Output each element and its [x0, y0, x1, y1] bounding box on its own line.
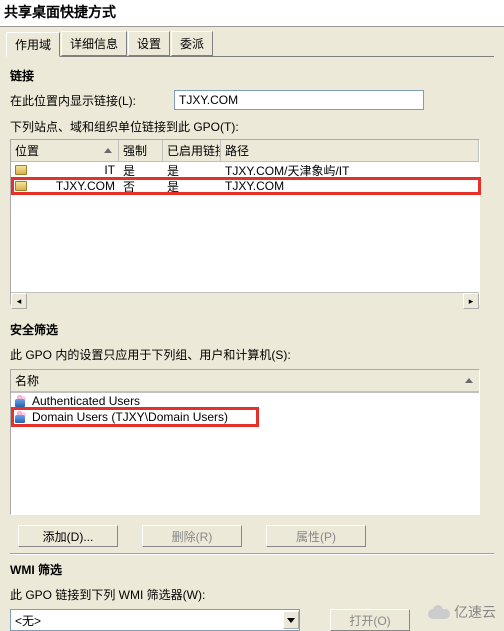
links-header: 位置 强制 已启用链接 路径 [11, 140, 479, 162]
scope-panel: 链接 在此位置内显示链接(L): 下列站点、域和组织单位链接到此 GPO(T):… [10, 56, 494, 631]
col-location[interactable]: 位置 [11, 140, 119, 161]
wmi-heading: WMI 筛选 [10, 561, 494, 578]
ou-icon [15, 165, 27, 175]
divider [10, 553, 494, 555]
window-body: 作用域 详细信息 设置 委派 链接 在此位置内显示链接(L): 下列站点、域和组… [0, 27, 504, 631]
security-list[interactable]: 名称 Authenticated Users Domain Users (TJX… [10, 369, 480, 515]
link-row[interactable]: TJXY.COM 否 是 TJXY.COM [11, 178, 479, 194]
link-row[interactable]: IT 是 是 TJXY.COM/天津象屿/IT [11, 162, 479, 178]
sort-asc-icon [104, 148, 112, 153]
links-list[interactable]: 位置 强制 已启用链接 路径 IT 是 是 TJXY.COM/天津象屿/IT T… [10, 139, 480, 305]
col-enforced[interactable]: 强制 [119, 140, 163, 161]
window-title: 共享桌面快捷方式 [0, 0, 504, 27]
watermark: 亿速云 [428, 602, 496, 622]
security-heading: 安全筛选 [10, 321, 494, 338]
tab-scope[interactable]: 作用域 [6, 32, 60, 57]
security-header: 名称 [11, 370, 479, 393]
col-path[interactable]: 路径 [221, 140, 479, 161]
wmi-desc: 此 GPO 链接到下列 WMI 筛选器(W): [10, 586, 494, 603]
properties-button[interactable]: 属性(P) [266, 525, 366, 547]
security-desc: 此 GPO 内的设置只应用于下列组、用户和计算机(S): [10, 346, 494, 363]
ou-icon [15, 181, 27, 191]
sort-asc-icon [465, 378, 473, 383]
location-input[interactable] [174, 90, 424, 110]
remove-button[interactable]: 删除(R) [142, 525, 242, 547]
wmi-selected-value: <无> [15, 612, 41, 629]
scroll-left-icon[interactable]: ◂ [11, 293, 27, 309]
col-name[interactable]: 名称 [11, 370, 479, 392]
add-button[interactable]: 添加(D)... [18, 525, 118, 547]
chevron-down-icon [287, 618, 295, 623]
links-body: IT 是 是 TJXY.COM/天津象屿/IT TJXY.COM 否 是 TJX… [11, 162, 479, 292]
tab-bar: 作用域 详细信息 设置 委派 [0, 27, 504, 56]
tab-details[interactable]: 详细信息 [61, 31, 127, 56]
tab-delegation[interactable]: 委派 [171, 31, 213, 56]
security-buttons: 添加(D)... 删除(R) 属性(P) [18, 525, 494, 547]
tab-settings[interactable]: 设置 [128, 31, 170, 56]
applies-label: 下列站点、域和组织单位链接到此 GPO(T): [10, 118, 494, 135]
security-row[interactable]: Authenticated Users [11, 393, 479, 409]
col-enabled[interactable]: 已启用链接 [163, 140, 221, 161]
h-scrollbar[interactable]: ◂ ▸ [11, 292, 479, 308]
cloud-icon [428, 605, 450, 619]
dropdown-button[interactable] [283, 611, 299, 629]
users-icon [15, 395, 29, 407]
security-body: Authenticated Users Domain Users (TJXY\D… [11, 393, 479, 503]
users-icon [15, 411, 29, 423]
security-row[interactable]: Domain Users (TJXY\Domain Users) [11, 409, 479, 425]
display-links-label: 在此位置内显示链接(L): [10, 92, 136, 109]
links-heading: 链接 [10, 67, 494, 84]
scroll-right-icon[interactable]: ▸ [463, 293, 479, 309]
